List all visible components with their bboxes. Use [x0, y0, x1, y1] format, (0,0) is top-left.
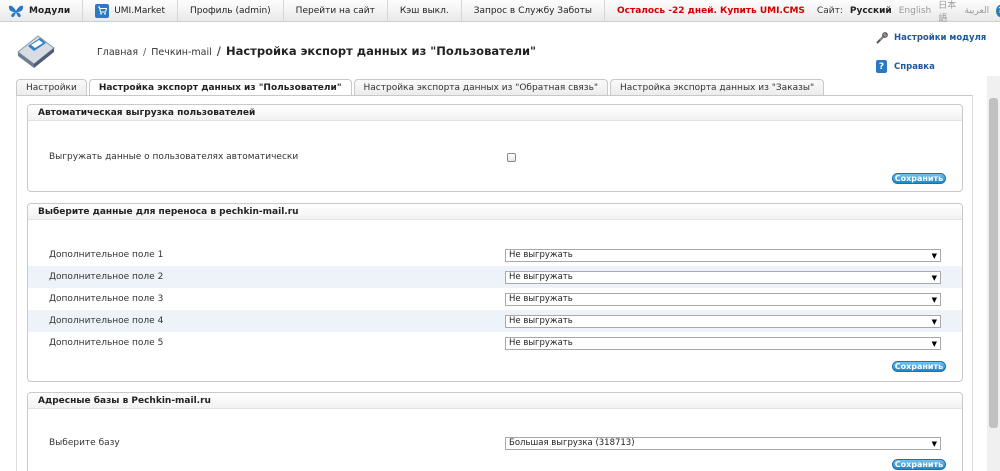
field-row: Дополнительное поле 3 Не выгружать ▼: [28, 288, 962, 310]
field-select-value: Не выгружать: [509, 250, 573, 260]
field-label: Дополнительное поле 2: [49, 272, 164, 282]
go-to-site-label: Перейти на сайт: [295, 5, 375, 16]
profile-link[interactable]: Профиль (admin): [178, 0, 284, 21]
market-icon: [95, 3, 110, 18]
address-bases-panel: Адресные базы в Pechkin-mail.ru Выберите…: [27, 392, 963, 471]
auto-export-panel: Автоматическая выгрузка пользователей Вы…: [27, 104, 963, 192]
dropdown-arrow-icon: ▼: [931, 273, 937, 282]
cache-toggle[interactable]: Кэш выкл.: [388, 0, 462, 21]
page-title: Настройка экспорт данных из "Пользовател…: [225, 44, 537, 58]
breadcrumb-module[interactable]: Печкин-mail: [151, 47, 212, 58]
tab-settings[interactable]: Настройки: [16, 79, 87, 95]
auto-export-checkbox[interactable]: [507, 152, 516, 162]
lang-arabic[interactable]: العربية: [965, 6, 990, 16]
field-label: Дополнительное поле 3: [49, 294, 164, 304]
cache-label: Кэш выкл.: [399, 5, 449, 16]
lang-japanese[interactable]: 日本語: [938, 0, 957, 24]
field-row: Дополнительное поле 5 Не выгружать ▼: [28, 332, 962, 354]
profile-label: Профиль (admin): [190, 5, 271, 16]
help-label: Справка: [894, 61, 935, 72]
tab-feedback-export[interactable]: Настройка экспорта данных из "Обратная с…: [353, 79, 609, 95]
help-book-icon: ?: [876, 60, 887, 73]
scrollbar-thumb[interactable]: [989, 98, 998, 428]
page-header: Главная / Печкин-mail / Настройка экспорт да…: [0, 22, 1000, 74]
field-label: Дополнительное поле 5: [49, 338, 164, 348]
dropdown-arrow-icon: ▼: [931, 439, 937, 448]
field-mapping-panel: Выберите данные для переноса в pechkin-m…: [27, 203, 963, 382]
breadcrumb-home[interactable]: Главная: [97, 47, 138, 58]
save-button[interactable]: Сохранить: [892, 361, 946, 372]
field-row: Дополнительное поле 4 Не выгружать ▼: [28, 310, 962, 332]
butterfly-icon: [8, 5, 24, 17]
auto-export-label: Выгружать данные о пользователях автомат…: [49, 152, 299, 162]
base-select-row: Выберите базу Большая выгрузка (318713) ▼: [28, 432, 962, 454]
module-logo-icon: [17, 35, 55, 68]
license-warning-label: Осталось -22 дней. Купить UMI.CMS: [617, 5, 805, 16]
dropdown-arrow-icon: ▼: [931, 317, 937, 326]
field-select[interactable]: Не выгружать ▼: [505, 336, 941, 350]
field-select[interactable]: Не выгружать ▼: [505, 292, 941, 306]
field-label: Дополнительное поле 4: [49, 316, 164, 326]
umi-market-label: UMI.Market: [114, 5, 165, 16]
field-mapping-panel-title: Выберите данные для переноса в pechkin-m…: [28, 204, 962, 220]
dropdown-arrow-icon: ▼: [931, 251, 937, 260]
save-button[interactable]: Сохранить: [892, 459, 946, 470]
modules-label: Модули: [29, 5, 71, 16]
dropdown-arrow-icon: ▼: [931, 339, 937, 348]
base-select-value: Большая выгрузка (318713): [509, 438, 635, 448]
field-select-value: Не выгружать: [509, 338, 573, 348]
license-warning-link[interactable]: Осталось -22 дней. Купить UMI.CMS: [605, 0, 817, 21]
modules-menu[interactable]: Модули: [0, 0, 84, 21]
support-label: Запрос в Службу Заботы: [473, 5, 592, 16]
topbar-right: Сайт: Русский English 日本語 العربية ?: [816, 0, 1000, 24]
top-toolbar: Модули UMI.Market Профиль (admin) Перейт…: [0, 0, 1000, 24]
breadcrumb-separator: /: [143, 47, 147, 58]
field-row: Дополнительное поле 2 Не выгружать ▼: [28, 266, 962, 288]
page-scrollbar[interactable]: [987, 76, 1000, 471]
module-settings-link[interactable]: Настройки модуля: [875, 30, 1000, 45]
side-links: Настройки модуля ? Справка: [875, 30, 1000, 88]
base-select-label: Выберите базу: [49, 438, 120, 448]
tools-icon: [876, 31, 888, 44]
field-select-value: Не выгружать: [509, 316, 573, 326]
field-row: Дополнительное поле 1 Не выгружать ▼: [28, 244, 962, 266]
help-icon[interactable]: ?: [996, 4, 1000, 17]
auto-export-panel-title: Автоматическая выгрузка пользователей: [28, 105, 962, 121]
go-to-site-link[interactable]: Перейти на сайт: [284, 0, 388, 21]
help-link[interactable]: ? Справка: [875, 59, 1000, 74]
breadcrumb-separator: /: [216, 44, 221, 58]
dropdown-arrow-icon: ▼: [931, 295, 937, 304]
breadcrumb: Главная / Печкин-mail / Настройка экспорт да…: [97, 44, 536, 58]
address-bases-panel-title: Адресные базы в Pechkin-mail.ru: [28, 393, 962, 409]
tab-bar: Настройки Настройка экспорт данных из "П…: [16, 78, 826, 96]
lang-english[interactable]: English: [899, 6, 932, 16]
support-request-link[interactable]: Запрос в Службу Заботы: [462, 0, 605, 21]
tab-users-export[interactable]: Настройка экспорт данных из "Пользовател…: [88, 79, 352, 96]
lang-russian[interactable]: Русский: [850, 6, 892, 16]
field-select[interactable]: Не выгружать ▼: [505, 314, 941, 328]
field-select[interactable]: Не выгружать ▼: [505, 270, 941, 284]
tab-orders-export[interactable]: Настройка экспорта данных из "Заказы": [610, 79, 825, 95]
module-settings-label: Настройки модуля: [894, 32, 987, 43]
auto-export-row: Выгружать данные о пользователях автомат…: [28, 146, 962, 168]
base-select[interactable]: Большая выгрузка (318713) ▼: [505, 436, 941, 450]
save-button[interactable]: Сохранить: [892, 173, 946, 184]
field-select-value: Не выгружать: [509, 272, 573, 282]
umi-market-link[interactable]: UMI.Market: [83, 0, 178, 21]
field-select-value: Не выгружать: [509, 294, 573, 304]
field-select[interactable]: Не выгружать ▼: [505, 248, 941, 262]
site-label: Сайт:: [816, 5, 843, 16]
field-label: Дополнительное поле 1: [49, 250, 164, 260]
tab-content: Автоматическая выгрузка пользователей Вы…: [16, 95, 973, 471]
